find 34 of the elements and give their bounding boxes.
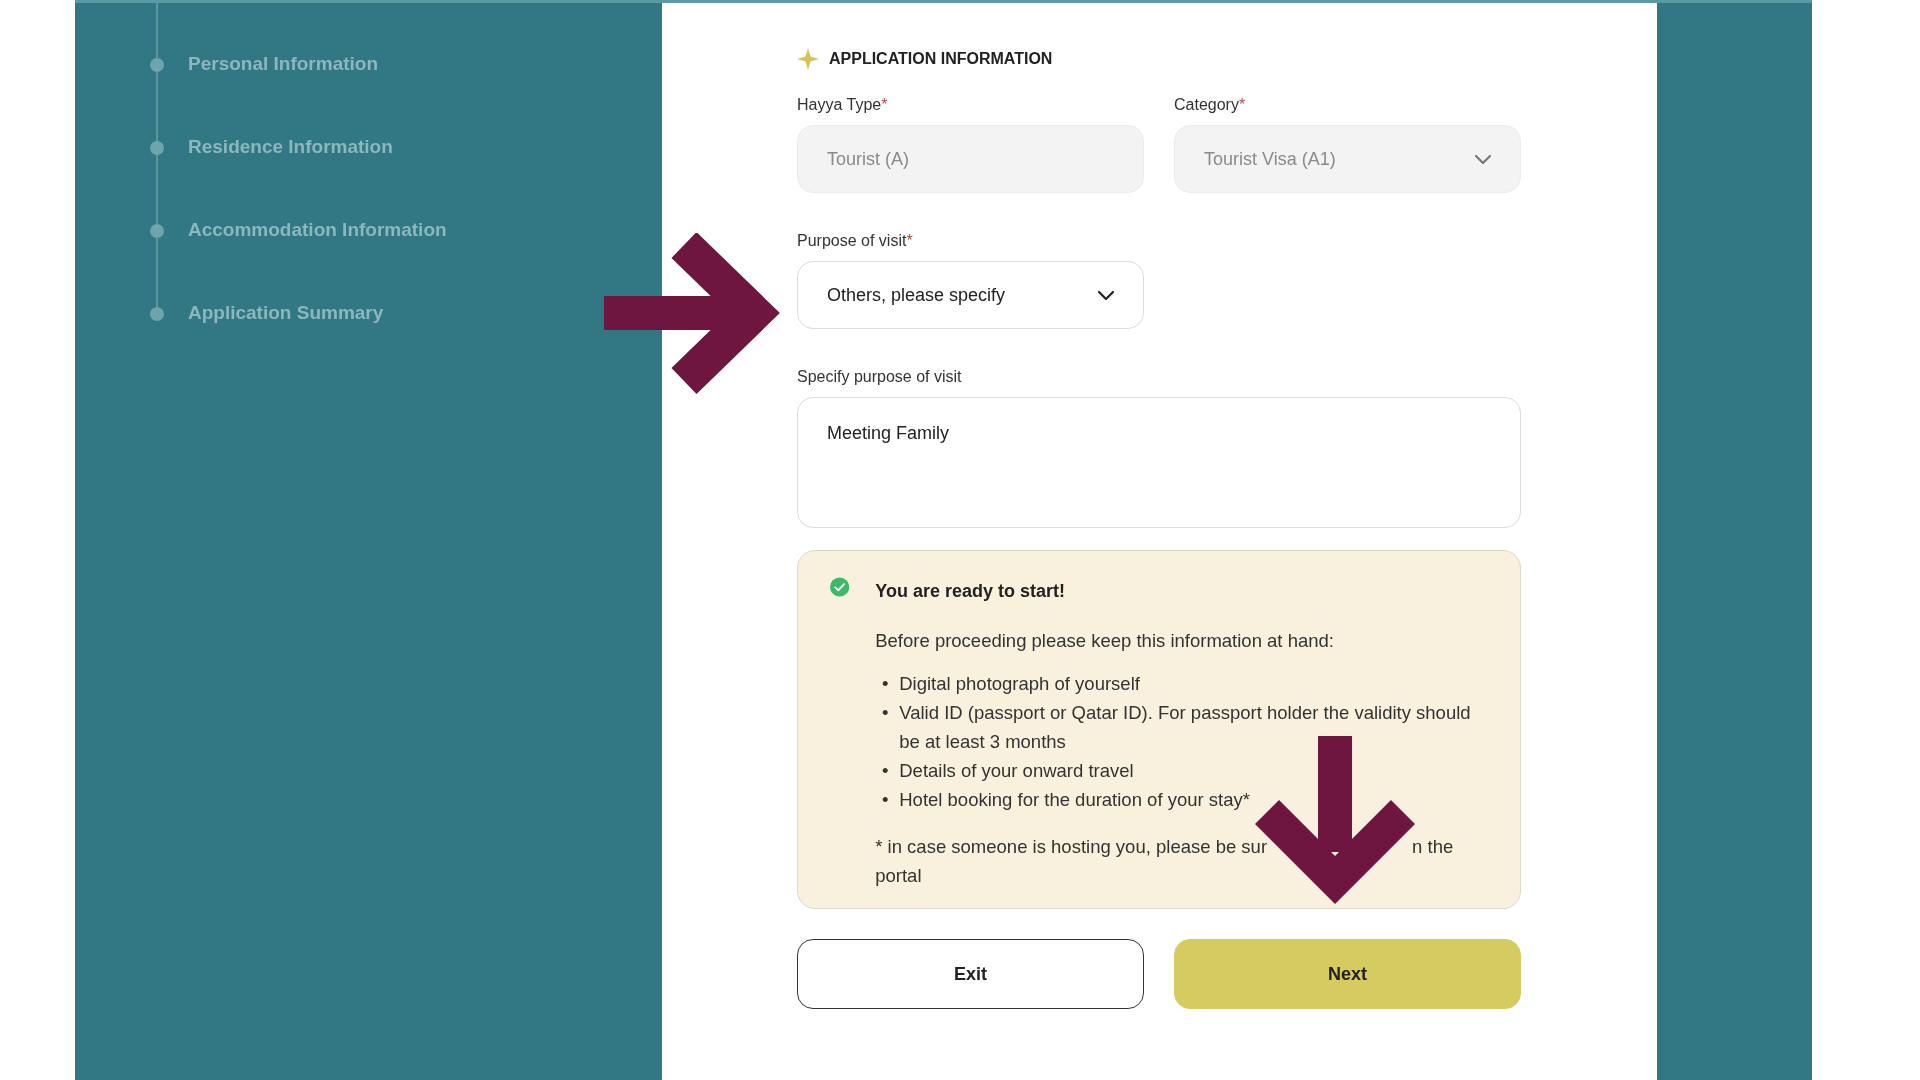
- notice-text: Before proceeding please keep this information at hand:: [875, 629, 1335, 653]
- bullet-mark: •: [881, 701, 890, 725]
- sparkle-icon: [797, 48, 819, 70]
- list-item: Valid ID (passport or Qatar ID). For passport holder the validity should be at least 3 months: [899, 701, 1472, 754]
- list-item: Hotel booking for the duration of your stay*: [899, 788, 1250, 812]
- step-dot: [150, 306, 164, 321]
- check-circle-icon: [830, 575, 850, 599]
- step-dot: [150, 57, 164, 72]
- text-area[interactable]: Meeting Family: [797, 397, 1521, 528]
- chevron-down-icon: [1474, 153, 1492, 165]
- footnote-text: portal: [875, 864, 923, 888]
- dropdown[interactable]: Others, please specify: [797, 261, 1144, 329]
- step-label[interactable]: Personal Information: [188, 50, 379, 79]
- footnote-text: * in case someone is hosting you, please be sur: [875, 835, 1268, 859]
- field-label: Specify purpose of visit: [797, 367, 963, 387]
- footnote-text: n the: [1412, 835, 1454, 859]
- step-label[interactable]: Application Summary: [188, 299, 384, 328]
- bullet-mark: •: [881, 759, 890, 783]
- step-label[interactable]: Accommodation Information: [188, 216, 447, 245]
- exit-button[interactable]: Exit: [797, 939, 1144, 1009]
- field-label: Hayya Type*: [797, 95, 889, 115]
- bullet-mark: •: [881, 672, 890, 696]
- chevron-down-icon: [1097, 289, 1115, 301]
- step-dot: [150, 140, 164, 155]
- field-label: Purpose of visit*: [797, 231, 914, 251]
- step-dot: [150, 223, 164, 238]
- list-item: Details of your onward travel: [899, 759, 1134, 783]
- step-label[interactable]: Residence Information: [188, 133, 393, 162]
- bullet-mark: •: [881, 788, 890, 812]
- section-title: APPLICATION INFORMATION: [829, 49, 1053, 69]
- field-label: Category*: [1174, 95, 1247, 115]
- notice-title: You are ready to start!: [875, 580, 1066, 603]
- next-button[interactable]: Next: [1174, 939, 1521, 1009]
- list-item: Digital photograph of yourself: [899, 672, 1140, 696]
